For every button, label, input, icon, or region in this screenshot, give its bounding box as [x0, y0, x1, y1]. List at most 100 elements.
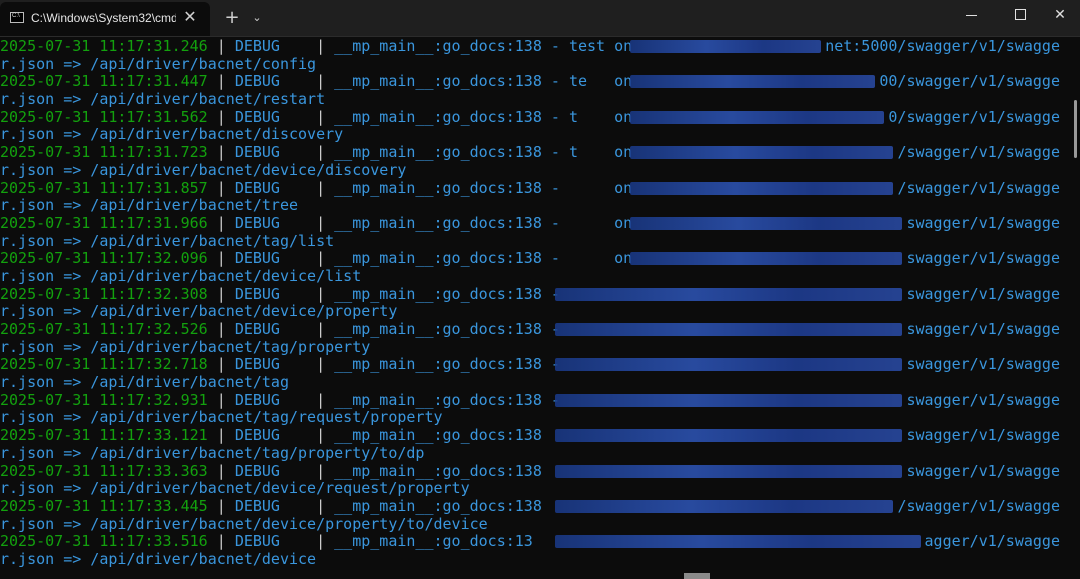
log-message-end: agger/v1/swagge [924, 533, 1060, 551]
log-line: 2025-07-31 11:17:33.445 | DEBUG | __mp_m… [0, 497, 1060, 515]
log-message-start: te on [568, 73, 633, 91]
log-continuation: r.json => /api/driver/bacnet/restart [0, 91, 326, 109]
log-line: 2025-07-31 11:17:32.526 | DEBUG | __mp_m… [0, 321, 1060, 338]
redacted-region [630, 181, 894, 195]
log-line: 2025-07-31 11:17:31.857 | DEBUG | __mp_m… [0, 179, 1060, 197]
log-line: 2025-07-31 11:17:32.931 | DEBUG | __mp_m… [0, 391, 1060, 409]
log-line-continuation: r.json => /api/driver/bacnet/config [0, 56, 1072, 74]
log-dash: - [550, 250, 560, 268]
close-window-button[interactable]: ✕ [1038, 0, 1080, 30]
log-timestamp: 2025-07-31 11:17:32.308 [0, 285, 208, 303]
minimize-button[interactable] [950, 0, 994, 30]
log-message-end: /swagger/v1/swagge [897, 144, 1060, 162]
log-continuation: r.json => /api/driver/bacnet/tag/list [0, 232, 335, 250]
redacted-region [630, 146, 894, 160]
log-message-end: swagger/v1/swagge [906, 214, 1060, 232]
scrollbar[interactable] [1074, 100, 1077, 158]
log-line-continuation: r.json => /api/driver/bacnet/device [0, 551, 1072, 569]
log-message-end: swagger/v1/swagge [906, 462, 1060, 480]
log-module: __mp_main__:go_docs:138 [334, 356, 542, 374]
log-timestamp: 2025-07-31 11:17:33.363 [0, 462, 208, 480]
redacted-region [630, 110, 885, 124]
log-continuation: r.json => /api/driver/bacnet/device/prop… [0, 515, 488, 533]
log-module: __mp_main__:go_docs:138 [334, 108, 542, 126]
log-message-end: /swagger/v1/swagge [897, 179, 1060, 197]
log-message-end: 00/swagger/v1/swagge [879, 73, 1060, 91]
log-module: __mp_main__:go_docs:138 [334, 214, 542, 232]
log-continuation: r.json => /api/driver/bacnet/config [0, 55, 317, 73]
log-level: DEBUG [234, 356, 280, 374]
log-module: __mp_main__:go_docs:138 [334, 427, 542, 445]
log-continuation: r.json => /api/driver/bacnet/discovery [0, 126, 344, 144]
maximize-button[interactable] [998, 0, 1042, 30]
log-timestamp: 2025-07-31 11:17:32.718 [0, 356, 208, 374]
log-message-end: swagger/v1/swagge [906, 427, 1060, 445]
tab-cmd[interactable]: C:\ C:\Windows\System32\cmd.ex ✕ [0, 2, 210, 36]
log-message-end: /swagger/v1/swagge [897, 497, 1060, 515]
log-message-start: test on [568, 38, 633, 55]
log-line: 2025-07-31 11:17:31.246 | DEBUG | __mp_m… [0, 38, 1060, 55]
log-line: 2025-07-31 11:17:32.096 | DEBUG | __mp_m… [0, 250, 1060, 268]
log-continuation: r.json => /api/driver/bacnet/device [0, 550, 317, 568]
resize-handle[interactable] [684, 573, 710, 579]
log-module: __mp_main__:go_docs:13 [334, 533, 533, 551]
log-timestamp: 2025-07-31 11:17:31.447 [0, 73, 208, 91]
tab-title: C:\Windows\System32\cmd.ex [31, 11, 176, 25]
log-module: __mp_main__:go_docs:138 [334, 38, 542, 55]
log-module: __mp_main__:go_docs:138 [334, 285, 542, 303]
log-timestamp: 2025-07-31 11:17:31.562 [0, 108, 208, 126]
log-timestamp: 2025-07-31 11:17:31.723 [0, 144, 208, 162]
log-continuation: r.json => /api/driver/bacnet/device/list [0, 267, 362, 285]
log-level: DEBUG [234, 533, 280, 551]
log-line-continuation: r.json => /api/driver/bacnet/tag/list [0, 233, 1072, 251]
log-message-start: on [568, 214, 633, 232]
log-line: 2025-07-31 11:17:33.121 | DEBUG | __mp_m… [0, 427, 1060, 445]
redacted-region [555, 393, 903, 407]
log-line: 2025-07-31 11:17:33.363 | DEBUG | __mp_m… [0, 462, 1060, 480]
log-level: DEBUG [234, 462, 280, 480]
log-line-continuation: r.json => /api/driver/bacnet/device/prop… [0, 303, 1072, 321]
log-message-start: t on [568, 144, 633, 162]
log-message-start: t on [568, 108, 633, 126]
log-timestamp: 2025-07-31 11:17:32.931 [0, 391, 208, 409]
terminal-output[interactable]: 2025-07-31 11:17:31.246 | DEBUG | __mp_m… [0, 38, 1072, 579]
log-line: 2025-07-31 11:17:31.562 | DEBUG | __mp_m… [0, 108, 1060, 126]
log-line-continuation: r.json => /api/driver/bacnet/tag [0, 374, 1072, 392]
log-message-end: swagger/v1/swagge [906, 285, 1060, 303]
log-dash: - [550, 214, 560, 232]
log-module: __mp_main__:go_docs:138 [334, 144, 542, 162]
log-module: __mp_main__:go_docs:138 [334, 497, 542, 515]
log-continuation: r.json => /api/driver/bacnet/tag/propert… [0, 338, 371, 356]
log-message-end: net:5000/swagger/v1/swagge [825, 38, 1060, 55]
minimize-icon [966, 15, 977, 16]
log-continuation: r.json => /api/driver/bacnet/tag/request… [0, 409, 443, 427]
log-line: 2025-07-31 11:17:32.308 | DEBUG | __mp_m… [0, 285, 1060, 303]
log-line-continuation: r.json => /api/driver/bacnet/tag/request… [0, 409, 1072, 427]
log-line-continuation: r.json => /api/driver/bacnet/device/requ… [0, 480, 1072, 498]
log-dash: - [550, 144, 560, 162]
log-module: __mp_main__:go_docs:138 [334, 391, 542, 409]
log-continuation: r.json => /api/driver/bacnet/device/prop… [0, 303, 398, 321]
log-timestamp: 2025-07-31 11:17:33.516 [0, 533, 208, 551]
log-message-end: swagger/v1/swagge [906, 356, 1060, 374]
redacted-region [555, 535, 921, 549]
log-timestamp: 2025-07-31 11:17:33.121 [0, 427, 208, 445]
log-module: __mp_main__:go_docs:138 [334, 73, 542, 91]
log-line: 2025-07-31 11:17:31.966 | DEBUG | __mp_m… [0, 214, 1060, 232]
log-line: 2025-07-31 11:17:31.447 | DEBUG | __mp_m… [0, 73, 1060, 91]
log-message-start: on [568, 179, 633, 197]
log-timestamp: 2025-07-31 11:17:32.096 [0, 250, 208, 268]
redacted-region [555, 429, 903, 443]
log-line: 2025-07-31 11:17:33.516 | DEBUG | __mp_m… [0, 533, 1060, 551]
tab-close-icon[interactable]: ✕ [180, 8, 200, 28]
log-continuation: r.json => /api/driver/bacnet/device/requ… [0, 480, 470, 498]
new-tab-button[interactable]: + [222, 8, 242, 28]
log-level: DEBUG [234, 497, 280, 515]
log-dash: - [550, 108, 560, 126]
log-level: DEBUG [234, 179, 280, 197]
chevron-down-icon[interactable]: ⌄ [248, 8, 266, 28]
log-dash: - [550, 179, 560, 197]
log-line-continuation: r.json => /api/driver/bacnet/discovery [0, 126, 1072, 144]
log-timestamp: 2025-07-31 11:17:31.246 [0, 38, 208, 55]
redacted-region [555, 287, 903, 301]
